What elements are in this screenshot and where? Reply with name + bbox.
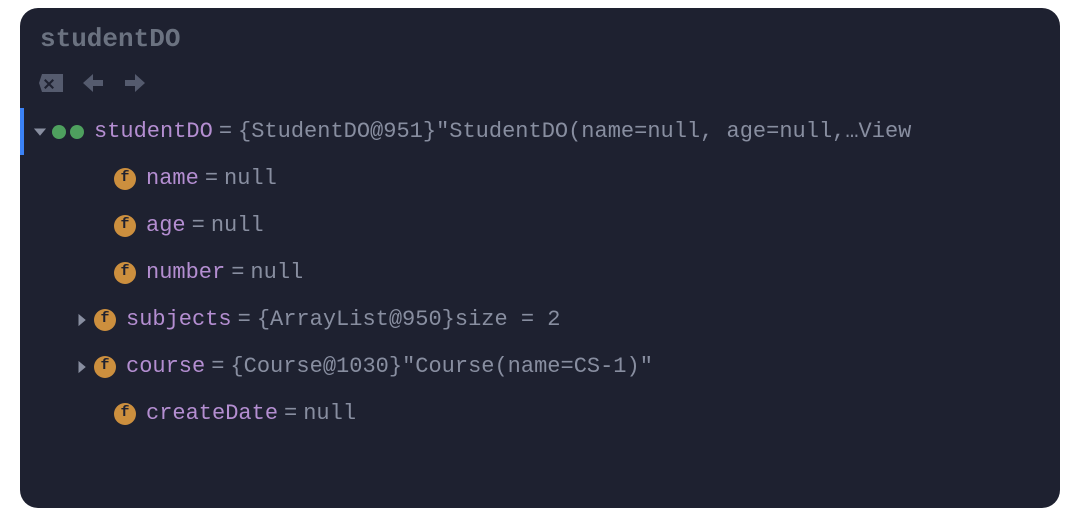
variable-row-number[interactable]: f number = null [20,249,1060,296]
variable-type: {Course@1030} [230,350,402,383]
variable-name: course [126,350,205,383]
variable-value: null [211,209,264,242]
variable-name: subjects [126,303,232,336]
forward-arrow-icon[interactable] [122,72,148,94]
panel-title: studentDO [20,8,1060,62]
field-badge-icon: f [114,215,136,237]
toolbar [20,62,1060,108]
variable-row-createDate[interactable]: f createDate = null [20,390,1060,437]
variable-row-course[interactable]: f course = {Course@1030} "Course(name=CS… [20,343,1060,390]
variable-name: number [146,256,225,289]
field-badge-icon: f [114,168,136,190]
variable-row-age[interactable]: f age = null [20,202,1060,249]
equals-sign: = [211,350,224,383]
field-badge-icon: f [94,356,116,378]
variable-value: null [303,397,356,430]
field-badge-icon: f [94,309,116,331]
variable-tostring: "Course(name=CS-1)" [402,350,653,383]
equals-sign: = [192,209,205,242]
variable-row-name[interactable]: f name = null [20,155,1060,202]
chevron-right-icon[interactable] [72,360,92,374]
variable-value: null [224,162,277,195]
variable-root-studentDO[interactable]: studentDO = {StudentDO@951} "StudentDO(n… [20,108,1060,155]
equals-sign: = [238,303,251,336]
chevron-right-icon[interactable] [72,313,92,327]
variable-name: name [146,162,199,195]
variable-size: size = 2 [455,303,561,336]
clear-icon[interactable] [38,72,64,94]
watch-glasses-icon [52,123,84,141]
variable-row-subjects[interactable]: f subjects = {ArrayList@950} size = 2 [20,296,1060,343]
variable-name: createDate [146,397,278,430]
equals-sign: = [219,115,232,148]
equals-sign: = [231,256,244,289]
variable-name: age [146,209,186,242]
field-badge-icon: f [114,403,136,425]
equals-sign: = [205,162,218,195]
view-link[interactable]: View [859,115,912,148]
variable-type: {StudentDO@951} [238,115,436,148]
variables-tree: studentDO = {StudentDO@951} "StudentDO(n… [20,108,1060,437]
variable-tostring: "StudentDO(name=null, age=null,… [436,115,858,148]
variable-value: null [250,256,303,289]
back-arrow-icon[interactable] [80,72,106,94]
variable-type: {ArrayList@950} [257,303,455,336]
field-badge-icon: f [114,262,136,284]
chevron-down-icon[interactable] [30,125,50,139]
debugger-panel: studentDO studentDO = {StudentDO@951} "S… [20,8,1060,508]
equals-sign: = [284,397,297,430]
variable-name: studentDO [94,115,213,148]
